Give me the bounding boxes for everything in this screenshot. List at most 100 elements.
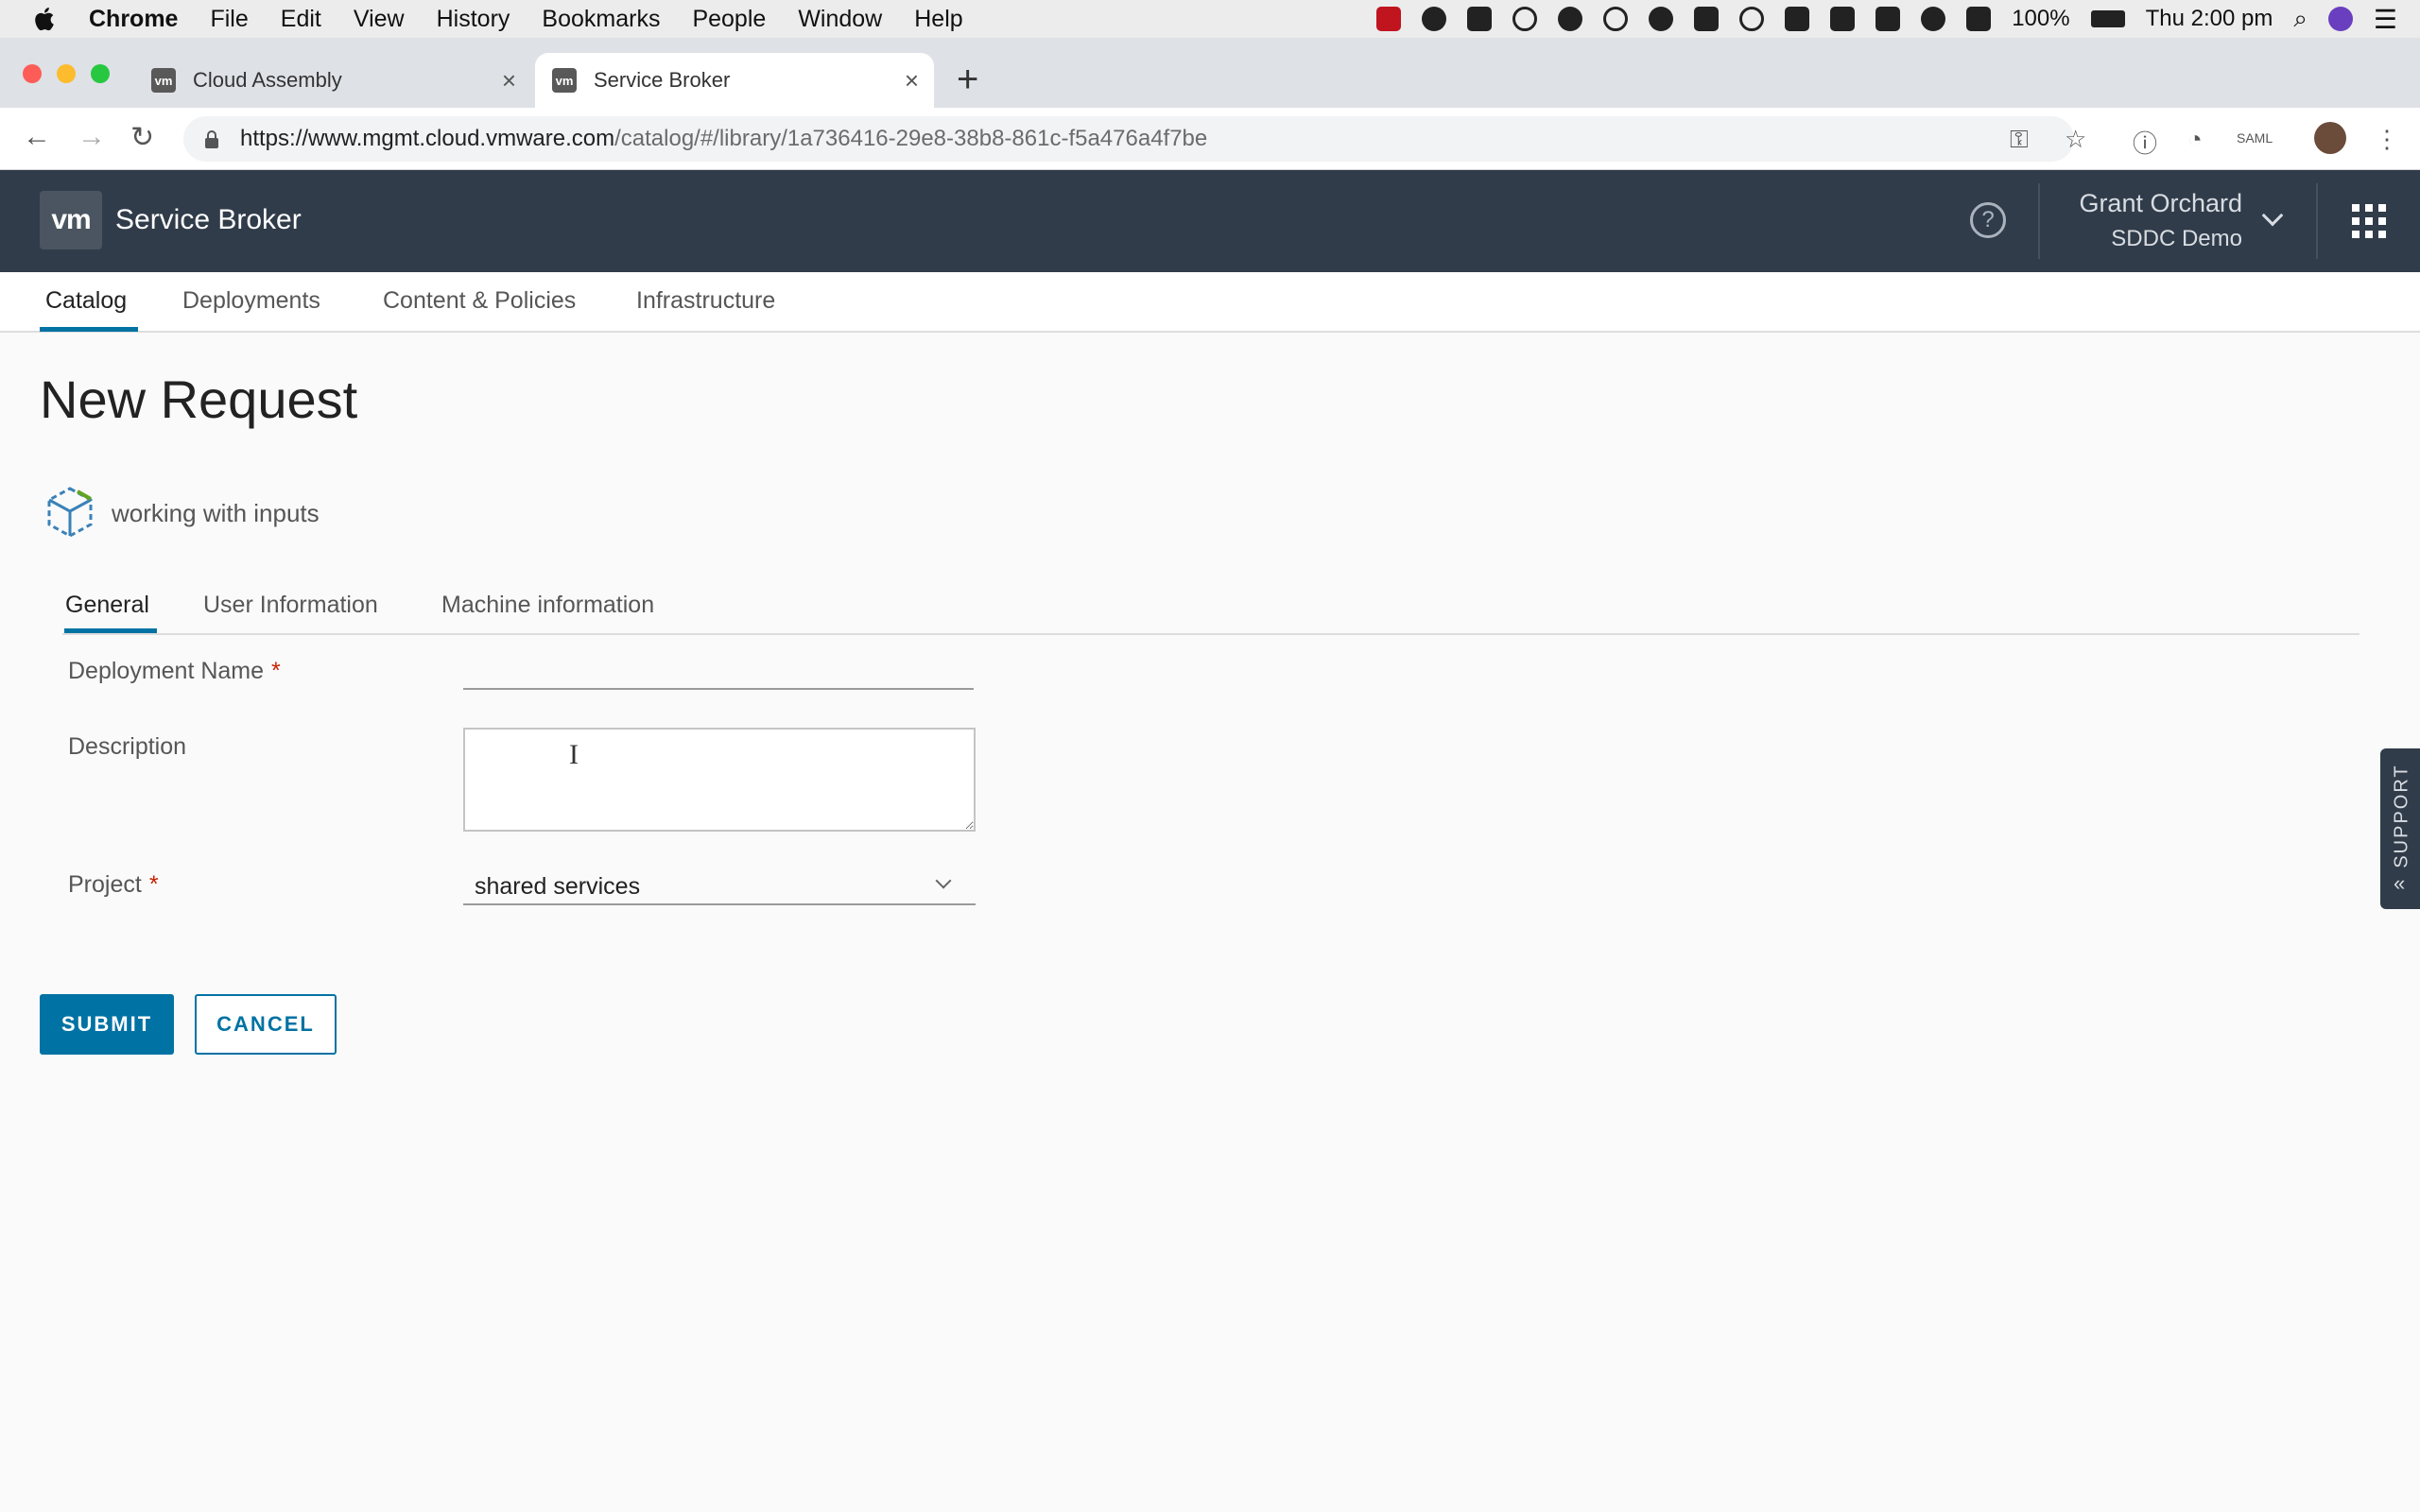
bookmark-star-icon[interactable]: ☆	[2065, 125, 2086, 154]
nav-tab-content-policies[interactable]: Content & Policies	[383, 287, 576, 315]
tab-machine-information[interactable]: Machine information	[441, 592, 654, 619]
menu-people[interactable]: People	[692, 6, 766, 33]
address-bar[interactable]: https://www.mgmt.cloud.vmware.com/catalo…	[183, 116, 2074, 162]
notification-center-icon[interactable]: ☰	[2374, 4, 2397, 35]
description-label: Description	[68, 733, 186, 761]
forward-arrow-icon[interactable]: →	[78, 121, 106, 153]
page-title: New Request	[40, 369, 358, 429]
submit-button[interactable]: SUBMIT	[40, 994, 174, 1055]
vm-favicon-icon: vm	[552, 68, 577, 93]
battery-percent[interactable]: 100%	[2012, 6, 2069, 32]
clock[interactable]: Thu 2:00 pm	[2146, 6, 2273, 32]
video-app-icon[interactable]	[1376, 7, 1402, 31]
saml-extension-icon[interactable]: SAML	[2237, 130, 2273, 146]
chevron-down-icon[interactable]	[2261, 204, 2284, 227]
reload-icon[interactable]: ↻	[130, 121, 154, 154]
deployment-name-label-text: Deployment Name	[68, 658, 265, 684]
vmware-logo[interactable]: vm	[40, 191, 102, 249]
browser-tab-cloud-assembly[interactable]: vm Cloud Assembly ×	[134, 53, 531, 108]
project-label: Project *	[68, 871, 159, 899]
support-panel-tab[interactable]: SUPPORT «	[2380, 748, 2420, 909]
header-divider	[2316, 183, 2318, 259]
active-tab-indicator	[40, 327, 138, 332]
apple-icon[interactable]	[32, 6, 60, 32]
app-switcher-grid-icon[interactable]	[2352, 204, 2386, 238]
window-minimize-button[interactable]	[57, 64, 76, 83]
window-close-button[interactable]	[23, 64, 42, 83]
globe-icon[interactable]	[1649, 7, 1674, 31]
support-label: SUPPORT	[2391, 764, 2412, 868]
main-nav: Catalog Deployments Content & Policies I…	[0, 272, 2420, 333]
volume-icon[interactable]	[1966, 7, 1992, 31]
battery-icon[interactable]	[2090, 10, 2125, 27]
menu-file[interactable]: File	[210, 6, 248, 33]
tab-close-icon[interactable]: ×	[502, 66, 516, 95]
browser-toolbar: ← → ↻ https://www.mgmt.cloud.vmware.com /…	[0, 108, 2420, 170]
nav-tab-infrastructure[interactable]: Infrastructure	[636, 287, 775, 315]
siri-icon[interactable]	[2327, 7, 2353, 31]
menu-window[interactable]: Window	[798, 6, 882, 33]
menu-edit[interactable]: Edit	[281, 6, 321, 33]
warning-icon[interactable]	[1830, 7, 1856, 31]
project-selected-value: shared services	[475, 873, 641, 900]
browser-tab-strip: vm Cloud Assembly × vm Service Broker × …	[0, 38, 2420, 108]
double-chevron-left-icon: «	[2394, 871, 2406, 895]
description-label-text: Description	[68, 733, 187, 760]
help-icon[interactable]: ?	[1970, 202, 2006, 238]
user-menu[interactable]: Grant Orchard SDDC Demo	[2079, 189, 2242, 252]
app-title[interactable]: Service Broker	[115, 204, 302, 236]
app-header: vm Service Broker ? Grant Orchard SDDC D…	[0, 170, 2420, 272]
menu-bookmarks[interactable]: Bookmarks	[542, 6, 660, 33]
tab-title: Service Broker	[594, 68, 731, 92]
send-app-icon[interactable]	[1422, 7, 1447, 31]
tab-close-icon[interactable]: ×	[905, 66, 919, 95]
deployment-name-input[interactable]	[463, 650, 974, 690]
menu-app-name[interactable]: Chrome	[89, 6, 178, 33]
extension-circle-icon[interactable]: ◔	[2187, 125, 2203, 154]
menu-extras: 100% Thu 2:00 pm ⌕ ☰	[1376, 0, 2397, 38]
org-name: SDDC Demo	[2111, 226, 2242, 251]
cancel-button[interactable]: CANCEL	[195, 994, 337, 1055]
profile-avatar[interactable]	[2314, 122, 2346, 154]
menu-view[interactable]: View	[354, 6, 405, 33]
tab-title: Cloud Assembly	[193, 68, 342, 92]
vm-favicon-icon: vm	[151, 68, 176, 93]
url-host: https://www.mgmt.cloud.vmware.com	[240, 126, 615, 151]
project-label-text: Project	[68, 871, 142, 898]
macos-menu-bar: Chrome File Edit View History Bookmarks …	[0, 0, 2420, 38]
active-tab-indicator	[64, 628, 157, 633]
lock-icon[interactable]	[204, 129, 219, 148]
project-select[interactable]: shared services	[463, 866, 976, 905]
back-arrow-icon[interactable]: ←	[23, 121, 51, 153]
blueprint-name: working with inputs	[112, 499, 320, 527]
bluetooth-icon[interactable]	[1876, 7, 1901, 31]
tab-general[interactable]: General	[65, 592, 149, 619]
headphones-icon[interactable]	[1739, 7, 1765, 31]
scrivener-icon[interactable]	[1785, 7, 1810, 31]
menu-history[interactable]: History	[437, 6, 510, 33]
browser-tab-service-broker[interactable]: vm Service Broker ×	[535, 53, 934, 108]
key-icon[interactable]: ⚿	[2010, 125, 2029, 155]
new-tab-plus-icon[interactable]: +	[957, 59, 978, 100]
cloud-icon[interactable]	[1467, 7, 1493, 31]
password-extension-icon[interactable]: ⓘ	[2133, 125, 2157, 160]
chrome-menu-icon[interactable]: ⋮	[2375, 125, 2399, 154]
blueprint-icon	[45, 486, 95, 539]
nav-tab-catalog[interactable]: Catalog	[45, 287, 127, 315]
user-name: Grant Orchard	[2079, 189, 2242, 217]
spotlight-search-icon[interactable]: ⌕	[2293, 4, 2308, 34]
wifi-icon[interactable]	[1921, 7, 1946, 31]
hat-icon[interactable]	[1558, 7, 1583, 31]
password-manager-icon[interactable]	[1512, 7, 1538, 31]
creative-cloud-icon[interactable]	[1603, 7, 1629, 31]
required-marker: *	[271, 658, 281, 684]
grid-app-icon[interactable]	[1694, 7, 1720, 31]
menu-help[interactable]: Help	[914, 6, 962, 33]
chevron-down-icon	[935, 872, 952, 889]
window-zoom-button[interactable]	[91, 64, 110, 83]
nav-tab-deployments[interactable]: Deployments	[182, 287, 320, 315]
request-form-tabs: General User Information Machine informa…	[62, 578, 2360, 635]
tab-user-information[interactable]: User Information	[203, 592, 378, 619]
url-path: /catalog/#/library/1a736416-29e8-38b8-86…	[614, 126, 1208, 151]
description-textarea[interactable]	[463, 728, 976, 832]
